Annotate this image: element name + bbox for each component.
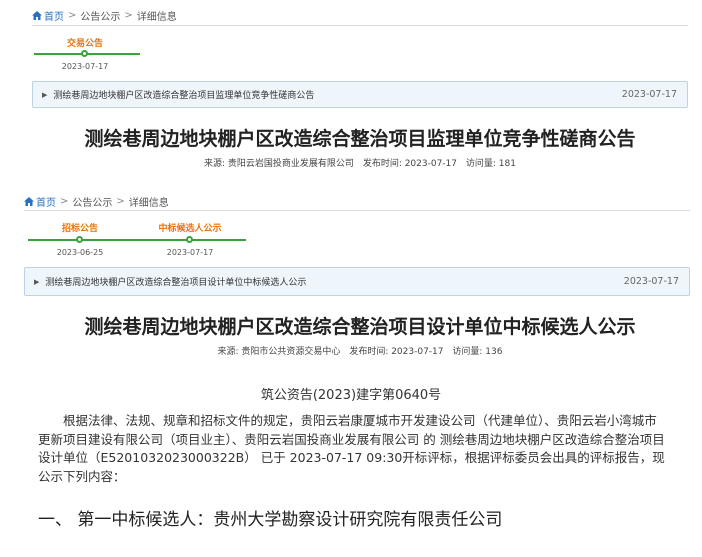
timeline-stage-label[interactable]: 交易公告	[50, 36, 120, 49]
chevron-right-icon: >	[60, 196, 69, 207]
notice-meta: 来源: 贵阳云岩国投商业发展有限公司 发布时间: 2023-07-17 访问量:…	[0, 156, 702, 169]
meta-publish-time: 发布时间: 2023-07-17	[362, 159, 458, 169]
breadcrumb-divider	[24, 210, 690, 211]
timeline-stage-label[interactable]: 中标候选人公示	[155, 221, 225, 234]
announcement-body: 根据法律、法规、规章和招标文件的规定，贵阳云岩康厦城市开发建设公司（代建单位）、…	[38, 413, 665, 484]
timeline-line	[28, 239, 246, 241]
chevron-right-icon: >	[124, 10, 133, 21]
chevron-right-icon: >	[68, 10, 77, 21]
notice-item-title[interactable]: 测绘巷周边地块棚户区改造综合整治项目设计单位中标候选人公示	[45, 275, 623, 288]
triangle-right-icon: ▶	[42, 90, 48, 99]
document-number: 筑公资告(2023)建字第0640号	[260, 388, 442, 403]
timeline-dot	[186, 236, 193, 243]
notice-item-title[interactable]: 测绘巷周边地块棚户区改造综合整治项目监理单位竞争性磋商公告	[53, 88, 621, 101]
meta-publish-time: 发布时间: 2023-07-17	[349, 347, 444, 357]
timeline-stage-date: 2023-06-25	[56, 248, 104, 257]
breadcrumb-home-link[interactable]: 首页	[32, 8, 64, 23]
meta-source: 来源: 贵阳市公共资源交易中心	[217, 347, 341, 357]
page-title: 测绘巷周边地块棚户区改造综合整治项目设计单位中标候选人公示	[84, 316, 636, 338]
notice-item-date: 2023-07-17	[623, 276, 679, 287]
notice-item-bar[interactable]: ▶ 测绘巷周边地块棚户区改造综合整治项目设计单位中标候选人公示 2023-07-…	[24, 267, 690, 296]
breadcrumb: 首页 > 公告公示 > 详细信息	[24, 194, 169, 209]
notice-item-bar[interactable]: ▶ 测绘巷周边地块棚户区改造综合整治项目监理单位竞争性磋商公告 2023-07-…	[32, 81, 688, 108]
meta-source: 来源: 贵阳云岩国投商业发展有限公司	[204, 159, 354, 169]
breadcrumb-current: 详细信息	[136, 12, 177, 23]
page-title: 测绘巷周边地块棚户区改造综合整治项目监理单位竞争性磋商公告	[84, 128, 636, 150]
breadcrumb-home-label: 首页	[44, 12, 64, 23]
timeline-stage-date: 2023-07-17	[166, 248, 214, 257]
breadcrumb-home-link[interactable]: 首页	[24, 194, 56, 209]
breadcrumb-divider	[32, 25, 688, 26]
section-heading: 一、 第一中标候选人：贵州大学勘察设计研究院有限责任公司	[38, 510, 503, 530]
timeline-stage-date: 2023-07-17	[61, 62, 109, 71]
triangle-right-icon: ▶	[34, 277, 40, 286]
breadcrumb-home-label: 首页	[36, 198, 56, 209]
timeline-stage-label[interactable]: 招标公告	[45, 221, 115, 234]
meta-views: 访问量: 181	[465, 159, 516, 169]
notice-meta: 来源: 贵阳市公共资源交易中心 发布时间: 2023-07-17 访问量: 13…	[0, 344, 702, 357]
breadcrumb-notices-link[interactable]: 公告公示	[72, 194, 112, 209]
breadcrumb-current: 详细信息	[128, 198, 169, 209]
chevron-right-icon: >	[116, 196, 125, 207]
notice-item-date: 2023-07-17	[621, 89, 677, 100]
home-icon	[32, 11, 42, 20]
meta-views: 访问量: 136	[452, 347, 503, 357]
timeline-dot	[76, 236, 83, 243]
timeline-dot	[81, 50, 88, 57]
breadcrumb: 首页 > 公告公示 > 详细信息	[32, 8, 177, 23]
home-icon	[24, 197, 34, 206]
breadcrumb-notices-link[interactable]: 公告公示	[80, 8, 120, 23]
